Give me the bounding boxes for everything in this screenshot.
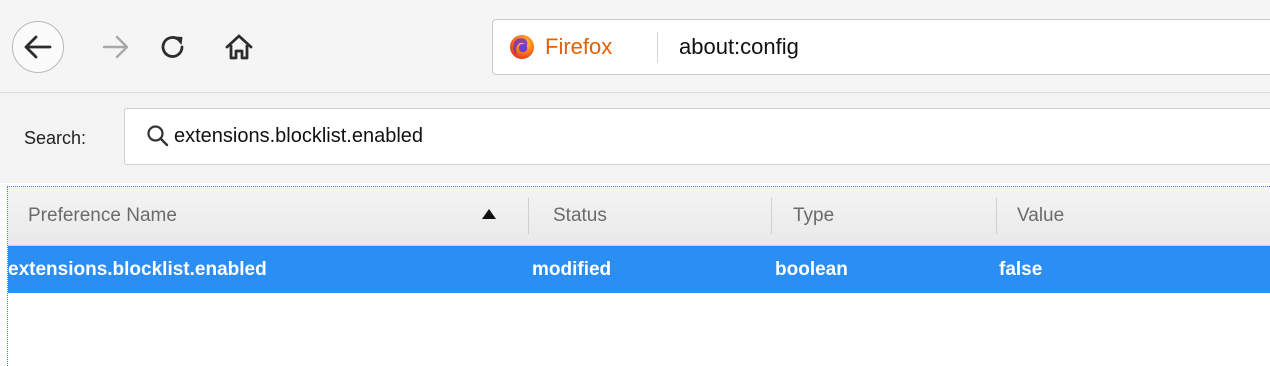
column-separator[interactable] bbox=[771, 198, 772, 234]
identity-box[interactable]: Firefox bbox=[509, 20, 612, 74]
column-header-status[interactable]: Status bbox=[553, 187, 607, 245]
search-row: Search: extensions.blocklist.enabled bbox=[0, 93, 1270, 183]
search-label: Search: bbox=[24, 127, 87, 148]
arrow-right-icon bbox=[102, 35, 129, 59]
table-row[interactable]: extensions.blocklist.enabled modified bo… bbox=[8, 246, 1270, 293]
reload-button[interactable] bbox=[154, 28, 192, 66]
url-separator bbox=[657, 32, 658, 63]
url-bar[interactable]: Firefox about:config bbox=[492, 19, 1270, 75]
browser-toolbar: Firefox about:config bbox=[0, 0, 1270, 93]
url-text[interactable]: about:config bbox=[679, 20, 799, 74]
home-button[interactable] bbox=[220, 28, 258, 66]
back-button[interactable] bbox=[12, 21, 64, 73]
search-value: extensions.blocklist.enabled bbox=[174, 125, 424, 147]
reload-icon bbox=[161, 36, 184, 58]
column-header-value[interactable]: Value bbox=[1017, 187, 1064, 245]
column-header-preference-name[interactable]: Preference Name bbox=[28, 187, 177, 245]
arrow-left-icon bbox=[24, 35, 52, 59]
sort-ascending-icon bbox=[482, 209, 496, 219]
column-header-type[interactable]: Type bbox=[793, 187, 834, 245]
identity-label: Firefox bbox=[545, 34, 613, 59]
home-icon bbox=[225, 34, 253, 60]
cell-preference-name: extensions.blocklist.enabled bbox=[8, 258, 267, 280]
column-separator[interactable] bbox=[528, 198, 529, 234]
search-input[interactable]: extensions.blocklist.enabled bbox=[124, 108, 1270, 165]
search-icon bbox=[147, 125, 169, 147]
cell-type: boolean bbox=[775, 258, 848, 280]
cell-status: modified bbox=[532, 258, 612, 280]
column-separator[interactable] bbox=[996, 198, 997, 234]
forward-button[interactable] bbox=[96, 30, 136, 64]
preferences-table[interactable]: Preference Name Status Type Value extens… bbox=[7, 186, 1270, 366]
firefox-logo-icon bbox=[510, 35, 534, 59]
cell-value: false bbox=[999, 258, 1043, 280]
table-header: Preference Name Status Type Value bbox=[8, 187, 1270, 246]
